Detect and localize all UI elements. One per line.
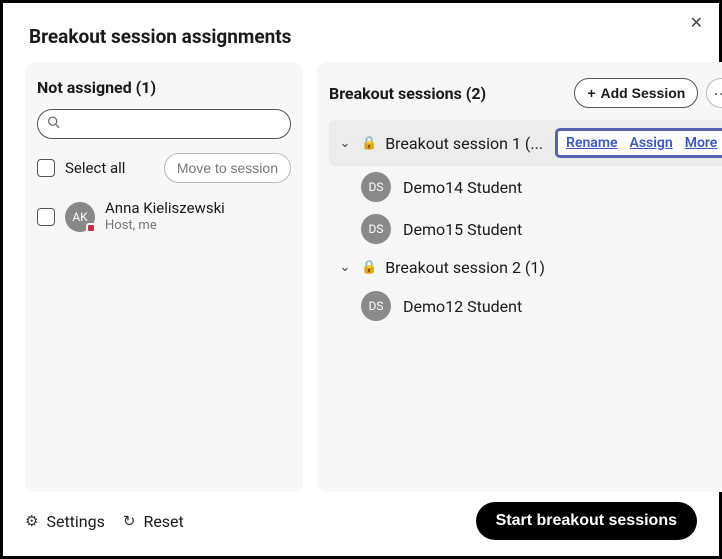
member-name: Demo15 Student [403, 220, 522, 239]
person-meta: Anna Kieliszewski Host, me [105, 199, 225, 234]
session-row[interactable]: ⌄ 🔒 Breakout session 2 (1) [329, 250, 722, 285]
close-icon[interactable]: ✕ [690, 15, 703, 31]
plus-icon: + [587, 85, 595, 101]
breakout-sessions-header: Breakout sessions (2) [329, 84, 486, 103]
reset-icon: ↻ [123, 512, 136, 530]
person-checkbox[interactable] [37, 208, 55, 226]
add-session-label: Add Session [601, 85, 686, 101]
reset-label: Reset [143, 512, 183, 531]
breakout-sessions-panel: Breakout sessions (2) + Add Session ⋯ ⌄ [317, 62, 722, 492]
list-item[interactable]: AK Anna Kieliszewski Host, me [37, 195, 291, 238]
settings-label: Settings [46, 512, 104, 531]
avatar: DS [361, 172, 391, 202]
gear-icon: ⚙ [25, 512, 38, 530]
member-name: Demo14 Student [403, 178, 522, 197]
columns: Not assigned (1) Select all Move to sess… [25, 62, 697, 492]
person-name: Anna Kieliszewski [105, 199, 225, 218]
person-subtitle: Host, me [105, 218, 225, 234]
reset-link[interactable]: ↻ Reset [123, 512, 184, 531]
lock-icon: 🔒 [361, 260, 377, 275]
more-link[interactable]: More [685, 135, 718, 151]
list-item[interactable]: DS Demo14 Student [329, 166, 722, 208]
presence-dnd-icon [86, 223, 96, 233]
lock-icon: 🔒 [361, 136, 377, 151]
dialog-title: Breakout session assignments [29, 25, 697, 48]
chevron-down-icon[interactable]: ⌄ [337, 260, 353, 275]
ellipsis-icon: ⋯ [713, 84, 722, 103]
avatar: DS [361, 214, 391, 244]
list-item[interactable]: DS Demo12 Student [329, 285, 722, 327]
session-row[interactable]: ⌄ 🔒 Breakout session 1 (... Rename Assig… [329, 120, 722, 166]
dialog-footer: ⚙ Settings ↻ Reset Start breakout sessio… [25, 502, 697, 540]
select-all-label[interactable]: Select all [65, 159, 154, 177]
list-item[interactable]: DS Demo15 Student [329, 208, 722, 250]
avatar-initials: AK [72, 210, 87, 224]
rename-link[interactable]: Rename [566, 135, 617, 151]
move-to-session-button[interactable]: Move to session [164, 153, 291, 183]
avatar: AK [65, 202, 95, 232]
search-input[interactable] [37, 109, 291, 139]
avatar: DS [361, 291, 391, 321]
assign-link[interactable]: Assign [630, 135, 673, 151]
not-assigned-panel: Not assigned (1) Select all Move to sess… [25, 62, 303, 492]
chevron-down-icon[interactable]: ⌄ [337, 136, 353, 151]
select-all-checkbox[interactable] [37, 159, 55, 177]
settings-link[interactable]: ⚙ Settings [25, 512, 105, 531]
breakout-assignments-dialog: ✕ Breakout session assignments Not assig… [0, 0, 722, 559]
session-name: Breakout session 1 (... [385, 134, 543, 153]
add-session-button[interactable]: + Add Session [574, 78, 698, 108]
not-assigned-header: Not assigned (1) [37, 78, 156, 97]
search-icon [47, 116, 60, 133]
more-options-button[interactable]: ⋯ [706, 78, 722, 108]
search-wrap [37, 109, 291, 139]
start-breakout-button[interactable]: Start breakout sessions [476, 502, 697, 540]
session-name: Breakout session 2 (1) [385, 258, 722, 277]
session-actions-callout: Rename Assign More [555, 128, 722, 158]
member-name: Demo12 Student [403, 297, 522, 316]
